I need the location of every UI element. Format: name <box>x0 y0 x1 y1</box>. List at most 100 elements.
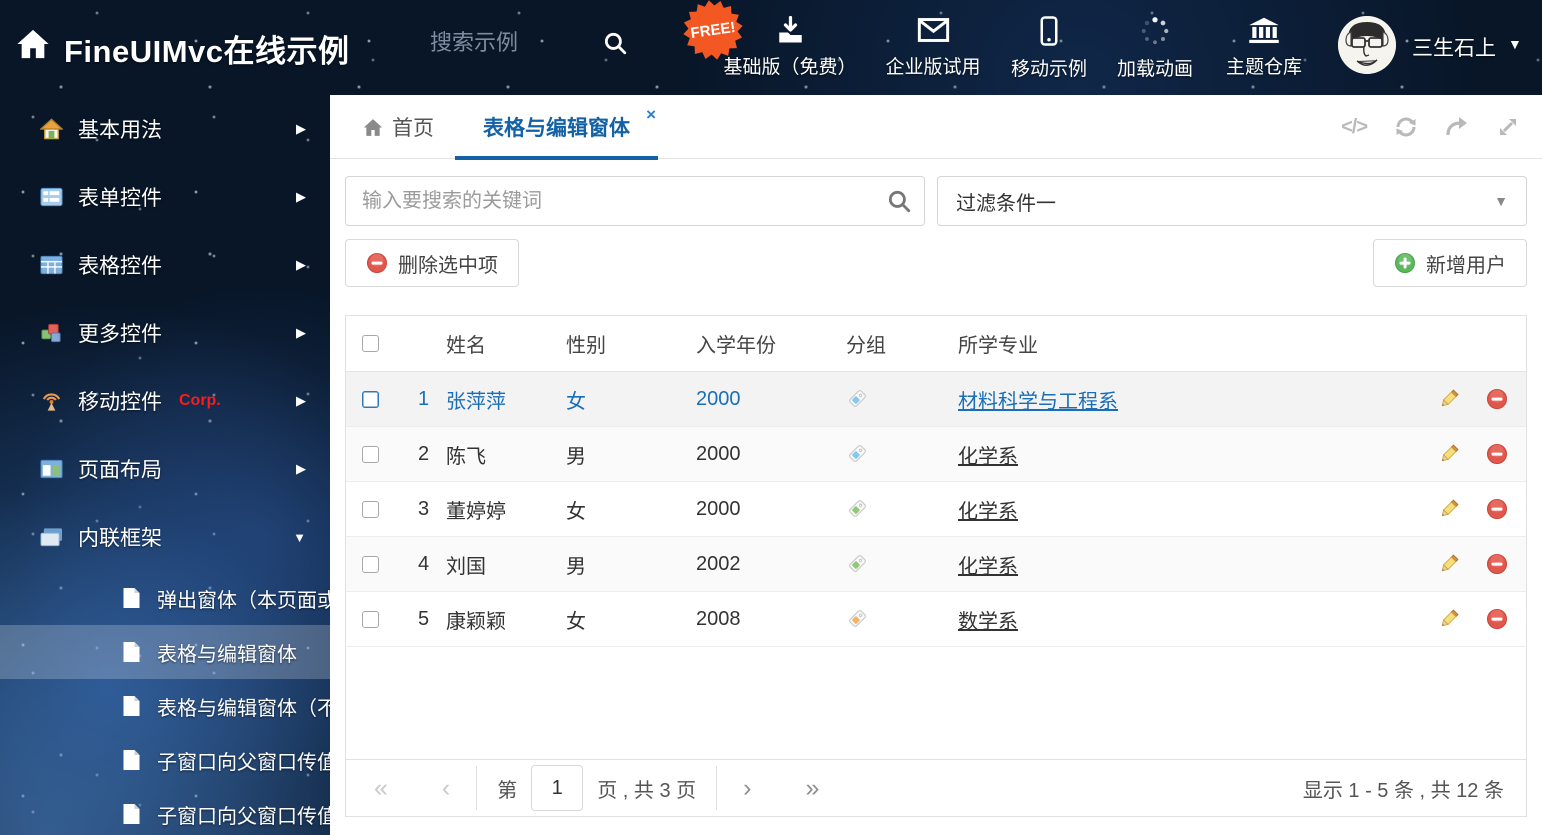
nav-enterprise-trial[interactable]: 企业版试用 <box>885 16 981 79</box>
tab-home[interactable]: 首页 <box>363 95 434 159</box>
tag-icon <box>849 499 867 517</box>
add-user-button[interactable]: 新增用户 <box>1373 239 1527 287</box>
header-search-input[interactable] <box>430 30 590 56</box>
sidebar-item-page-layout[interactable]: 页面布局 ▶ <box>0 435 330 503</box>
edit-pencil-icon[interactable] <box>1438 553 1460 575</box>
file-icon <box>122 695 141 717</box>
nav-loading-anim[interactable]: 加载动画 <box>1117 16 1193 81</box>
plus-circle-icon <box>1394 252 1416 274</box>
file-icon <box>122 749 141 771</box>
sidebar-subitem-grid-edit-window-2[interactable]: 表格与编辑窗体（不... <box>0 679 354 733</box>
sidebar-subitem-child-to-parent-2[interactable]: 子窗口向父窗口传值... <box>0 787 354 835</box>
col-header-name[interactable]: 姓名 <box>446 329 566 358</box>
sidebar-item-grid-controls[interactable]: 表格控件 ▶ <box>0 231 330 299</box>
edit-pencil-icon[interactable] <box>1438 608 1460 630</box>
cell-year: 2000 <box>696 387 741 410</box>
open-new-window-icon[interactable] <box>1445 115 1469 139</box>
nav-basic-free[interactable]: 基础版（免费） <box>723 16 857 79</box>
sidebar-item-basic-usage[interactable]: 基本用法 ▶ <box>0 95 330 163</box>
refresh-icon[interactable] <box>1394 115 1418 139</box>
edit-pencil-icon[interactable] <box>1438 498 1460 520</box>
home-icon[interactable] <box>16 28 50 60</box>
edit-pencil-icon[interactable] <box>1438 388 1460 410</box>
delete-row-icon[interactable] <box>1486 498 1508 520</box>
row-checkbox[interactable] <box>362 610 379 628</box>
page-number-input[interactable] <box>531 765 584 811</box>
chevron-down-icon: ▼ <box>1494 193 1508 209</box>
filter-dropdown[interactable]: 过滤条件一 ▼ <box>937 176 1527 226</box>
row-index: 4 <box>417 552 430 575</box>
grid-icon <box>40 255 63 275</box>
col-header-major[interactable]: 所学专业 <box>958 329 1376 358</box>
add-user-label: 新增用户 <box>1426 254 1506 277</box>
first-page-button[interactable]: « <box>368 775 394 801</box>
select-all-checkbox[interactable] <box>362 335 379 352</box>
major-link[interactable]: 数学系 <box>958 611 1018 633</box>
sidebar-item-form-controls[interactable]: 表单控件 ▶ <box>0 163 330 231</box>
file-icon <box>122 803 141 825</box>
close-icon[interactable]: × <box>646 105 656 125</box>
edit-pencil-icon[interactable] <box>1438 443 1460 465</box>
col-header-gender[interactable]: 性别 <box>566 329 696 358</box>
table-row[interactable]: 2 陈飞 男 2000 化学系 <box>346 427 1526 482</box>
delete-selected-button[interactable]: 删除选中项 <box>345 239 519 287</box>
chevron-right-icon: ▶ <box>296 121 306 136</box>
cell-name: 董婷婷 <box>446 500 506 523</box>
cell-gender: 男 <box>566 445 586 468</box>
search-icon[interactable] <box>886 188 912 214</box>
user-caret-icon[interactable]: ▼ <box>1508 36 1522 52</box>
chevron-right-icon: ▶ <box>296 393 306 408</box>
major-link[interactable]: 化学系 <box>958 556 1018 578</box>
row-checkbox[interactable] <box>362 500 379 518</box>
row-checkbox[interactable] <box>362 390 379 408</box>
cell-name: 陈飞 <box>446 445 486 468</box>
source-code-icon[interactable]: </> <box>1341 116 1368 139</box>
delete-row-icon[interactable] <box>1486 388 1508 410</box>
delete-row-icon[interactable] <box>1486 443 1508 465</box>
delete-selected-label: 删除选中项 <box>398 254 498 277</box>
sidebar-subitem-popup-window[interactable]: 弹出窗体（本页面或... <box>0 571 354 625</box>
sidebar-nav: 基本用法 ▶ 表单控件 ▶ 表格控件 ▶ 更多控件 ▶ 移动控件 Corp. ▶… <box>0 95 354 835</box>
filter-dropdown-value: 过滤条件一 <box>956 192 1056 215</box>
cell-name: 刘国 <box>446 555 486 578</box>
major-link[interactable]: 材料科学与工程系 <box>958 391 1118 413</box>
col-header-year[interactable]: 入学年份 <box>696 329 846 358</box>
col-header-group[interactable]: 分组 <box>846 329 958 358</box>
next-page-button[interactable]: › <box>737 775 757 801</box>
sidebar-subitem-child-to-parent[interactable]: 子窗口向父窗口传值 <box>0 733 337 787</box>
nav-mobile-demo[interactable]: 移动示例 <box>1011 16 1087 81</box>
keyword-search-input[interactable] <box>345 176 925 226</box>
delete-row-icon[interactable] <box>1486 553 1508 575</box>
tag-icon <box>849 609 867 627</box>
major-link[interactable]: 化学系 <box>958 501 1018 523</box>
filter-row: 过滤条件一 ▼ <box>345 176 1527 226</box>
row-checkbox[interactable] <box>362 555 379 573</box>
table-row[interactable]: 1 张萍萍 女 2000 材料科学与工程系 <box>346 372 1526 427</box>
table-row[interactable]: 4 刘国 男 2002 化学系 <box>346 537 1526 592</box>
header-search-icon[interactable] <box>602 30 628 56</box>
main-content: 首页 表格与编辑窗体 × </> 过滤条件一 <box>330 95 1542 835</box>
chevron-right-icon: ▶ <box>296 461 306 476</box>
cell-name: 张萍萍 <box>446 390 506 413</box>
row-checkbox[interactable] <box>362 445 379 463</box>
table-row[interactable]: 5 康颖颖 女 2008 数学系 <box>346 592 1526 647</box>
last-page-button[interactable]: » <box>799 775 825 801</box>
cubes-icon <box>40 322 63 344</box>
sidebar-item-mobile-controls[interactable]: 移动控件 Corp. ▶ <box>0 367 330 435</box>
major-link[interactable]: 化学系 <box>958 446 1018 468</box>
grid-button-row: 删除选中项 新增用户 <box>345 239 1527 287</box>
avatar[interactable] <box>1338 16 1396 74</box>
tab-grid-edit-window[interactable]: 表格与编辑窗体 × <box>455 95 658 160</box>
prev-page-button[interactable]: ‹ <box>436 775 456 801</box>
delete-row-icon[interactable] <box>1486 608 1508 630</box>
sidebar-item-iframe[interactable]: 内联框架 ▼ <box>0 503 330 571</box>
table-row[interactable]: 3 董婷婷 女 2000 化学系 <box>346 482 1526 537</box>
antenna-icon <box>40 390 63 412</box>
sidebar-item-more-controls[interactable]: 更多控件 ▶ <box>0 299 330 367</box>
minus-circle-icon <box>366 252 388 274</box>
username[interactable]: 三生石上 <box>1412 32 1496 62</box>
active-tab-underline <box>455 156 658 160</box>
nav-theme-repo[interactable]: 主题仓库 <box>1226 16 1302 79</box>
expand-icon[interactable] <box>1496 115 1520 139</box>
sidebar-subitem-grid-edit-window[interactable]: 表格与编辑窗体 <box>0 625 330 679</box>
